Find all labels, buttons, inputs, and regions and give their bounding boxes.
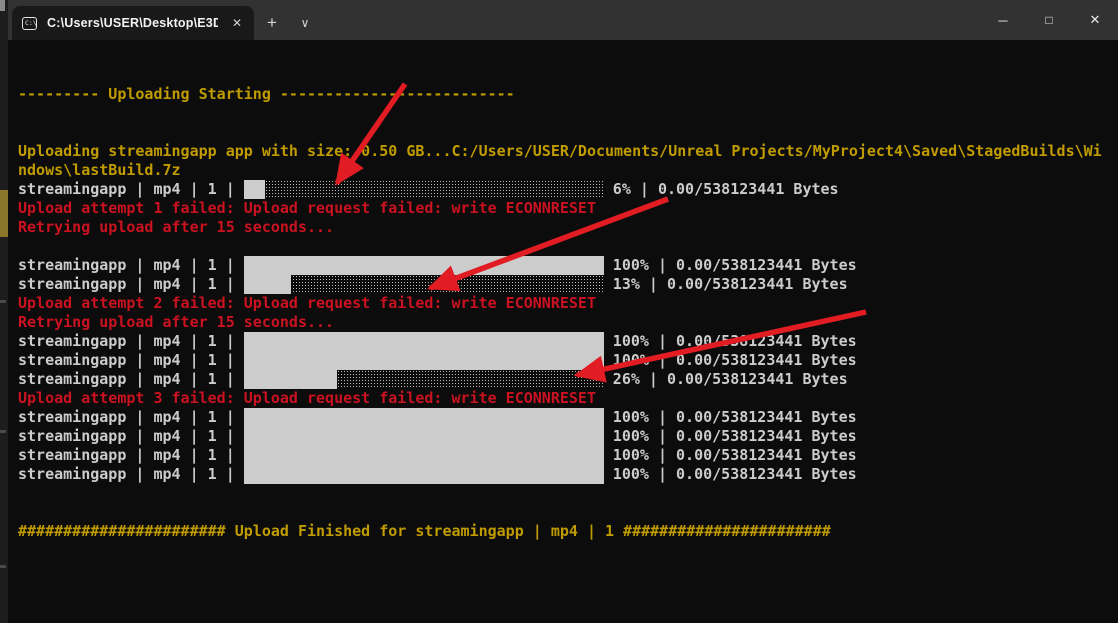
progress-bar: [244, 465, 604, 484]
terminal-line: [18, 237, 1118, 256]
terminal-output[interactable]: --------- Uploading Starting -----------…: [8, 40, 1118, 623]
progress-fill: [244, 256, 604, 275]
sliver-mark: [0, 430, 6, 433]
progress-label: streamingapp | mp4 | 1 |: [18, 465, 244, 484]
plus-icon: +: [267, 13, 277, 33]
progress-label: streamingapp | mp4 | 1 |: [18, 370, 244, 389]
progress-fill: [244, 427, 604, 446]
terminal-line: Retrying upload after 15 seconds...: [18, 218, 1118, 237]
minimize-icon: ─: [998, 13, 1007, 28]
progress-status: 100% | 0.00/538123441 Bytes: [604, 427, 857, 446]
terminal-line: ####################### Upload Finished …: [18, 522, 1118, 541]
progress-label: streamingapp | mp4 | 1 |: [18, 427, 244, 446]
progress-bar: [244, 275, 604, 294]
terminal-line: ndows\lastBuild.7z: [18, 161, 1118, 180]
progress-fill: [244, 180, 266, 199]
progress-status: 13% | 0.00/538123441 Bytes: [604, 275, 848, 294]
tab-dropdown-button[interactable]: ∨: [290, 6, 320, 40]
terminal-line: streamingapp | mp4 | 1 | 26% | 0.00/5381…: [18, 370, 1118, 389]
progress-bar: [244, 180, 604, 199]
progress-fill: [244, 275, 291, 294]
progress-bar: [244, 427, 604, 446]
progress-status: 100% | 0.00/538123441 Bytes: [604, 351, 857, 370]
terminal-line: [18, 484, 1118, 503]
terminal-line: Upload attempt 3 failed: Upload request …: [18, 389, 1118, 408]
terminal-line: streamingapp | mp4 | 1 | 100% | 0.00/538…: [18, 332, 1118, 351]
progress-bar: [244, 408, 604, 427]
terminal-line: streamingapp | mp4 | 1 | 100% | 0.00/538…: [18, 351, 1118, 370]
background-window-sliver: [0, 0, 8, 623]
tab-close-icon[interactable]: ✕: [228, 14, 246, 32]
terminal-line: streamingapp | mp4 | 1 | 100% | 0.00/538…: [18, 446, 1118, 465]
progress-status: 100% | 0.00/538123441 Bytes: [604, 332, 857, 351]
progress-status: 100% | 0.00/538123441 Bytes: [604, 408, 857, 427]
cmd-prompt-icon: C:\: [22, 17, 37, 30]
progress-bar: [244, 332, 604, 351]
terminal-line: Uploading streamingapp app with size: 0.…: [18, 142, 1118, 161]
terminal-line: streamingapp | mp4 | 1 | 100% | 0.00/538…: [18, 408, 1118, 427]
close-icon: ✕: [1090, 12, 1101, 28]
sliver-highlight-top: [0, 0, 5, 11]
sliver-mark: [0, 565, 6, 568]
progress-status: 100% | 0.00/538123441 Bytes: [604, 465, 857, 484]
progress-fill: [244, 465, 604, 484]
progress-bar: [244, 256, 604, 275]
progress-fill: [244, 408, 604, 427]
titlebar: C:\ C:\Users\USER\Desktop\E3DS ✕ + ∨ ─ □…: [8, 0, 1118, 40]
terminal-line: streamingapp | mp4 | 1 | 6% | 0.00/53812…: [18, 180, 1118, 199]
tab-title: C:\Users\USER\Desktop\E3DS: [47, 16, 218, 30]
terminal-line: [18, 104, 1118, 123]
progress-label: streamingapp | mp4 | 1 |: [18, 180, 244, 199]
progress-label: streamingapp | mp4 | 1 |: [18, 446, 244, 465]
terminal-line: --------- Uploading Starting -----------…: [18, 85, 1118, 104]
maximize-button[interactable]: □: [1026, 0, 1072, 40]
progress-bar: [244, 351, 604, 370]
new-tab-button[interactable]: +: [254, 6, 290, 40]
terminal-line: streamingapp | mp4 | 1 | 13% | 0.00/5381…: [18, 275, 1118, 294]
terminal-line: [18, 503, 1118, 522]
chevron-down-icon: ∨: [301, 16, 310, 30]
progress-status: 100% | 0.00/538123441 Bytes: [604, 256, 857, 275]
minimize-button[interactable]: ─: [980, 0, 1026, 40]
sliver-selection-block: [0, 190, 8, 237]
progress-fill: [244, 446, 604, 465]
sliver-mark: [0, 300, 6, 303]
progress-fill: [244, 370, 338, 389]
windows-terminal-window: { "titlebar": { "tab_title": "C:\\Users\…: [0, 0, 1118, 623]
terminal-line: Upload attempt 1 failed: Upload request …: [18, 199, 1118, 218]
terminal-line: Upload attempt 2 failed: Upload request …: [18, 294, 1118, 313]
progress-bar: [244, 446, 604, 465]
progress-status: 100% | 0.00/538123441 Bytes: [604, 446, 857, 465]
terminal-line: [18, 123, 1118, 142]
terminal-line: [18, 47, 1118, 66]
progress-label: streamingapp | mp4 | 1 |: [18, 332, 244, 351]
terminal-line: streamingapp | mp4 | 1 | 100% | 0.00/538…: [18, 427, 1118, 446]
progress-bar: [244, 370, 604, 389]
terminal-line: streamingapp | mp4 | 1 | 100% | 0.00/538…: [18, 256, 1118, 275]
progress-label: streamingapp | mp4 | 1 |: [18, 256, 244, 275]
progress-status: 6% | 0.00/538123441 Bytes: [604, 180, 839, 199]
progress-fill: [244, 332, 604, 351]
progress-label: streamingapp | mp4 | 1 |: [18, 408, 244, 427]
progress-status: 26% | 0.00/538123441 Bytes: [604, 370, 848, 389]
terminal-line: [18, 66, 1118, 85]
maximize-icon: □: [1045, 13, 1052, 27]
close-button[interactable]: ✕: [1072, 0, 1118, 40]
terminal-line: streamingapp | mp4 | 1 | 100% | 0.00/538…: [18, 465, 1118, 484]
terminal-tab[interactable]: C:\ C:\Users\USER\Desktop\E3DS ✕: [12, 6, 254, 40]
progress-label: streamingapp | mp4 | 1 |: [18, 351, 244, 370]
progress-fill: [244, 351, 604, 370]
progress-label: streamingapp | mp4 | 1 |: [18, 275, 244, 294]
terminal-line: Retrying upload after 15 seconds...: [18, 313, 1118, 332]
